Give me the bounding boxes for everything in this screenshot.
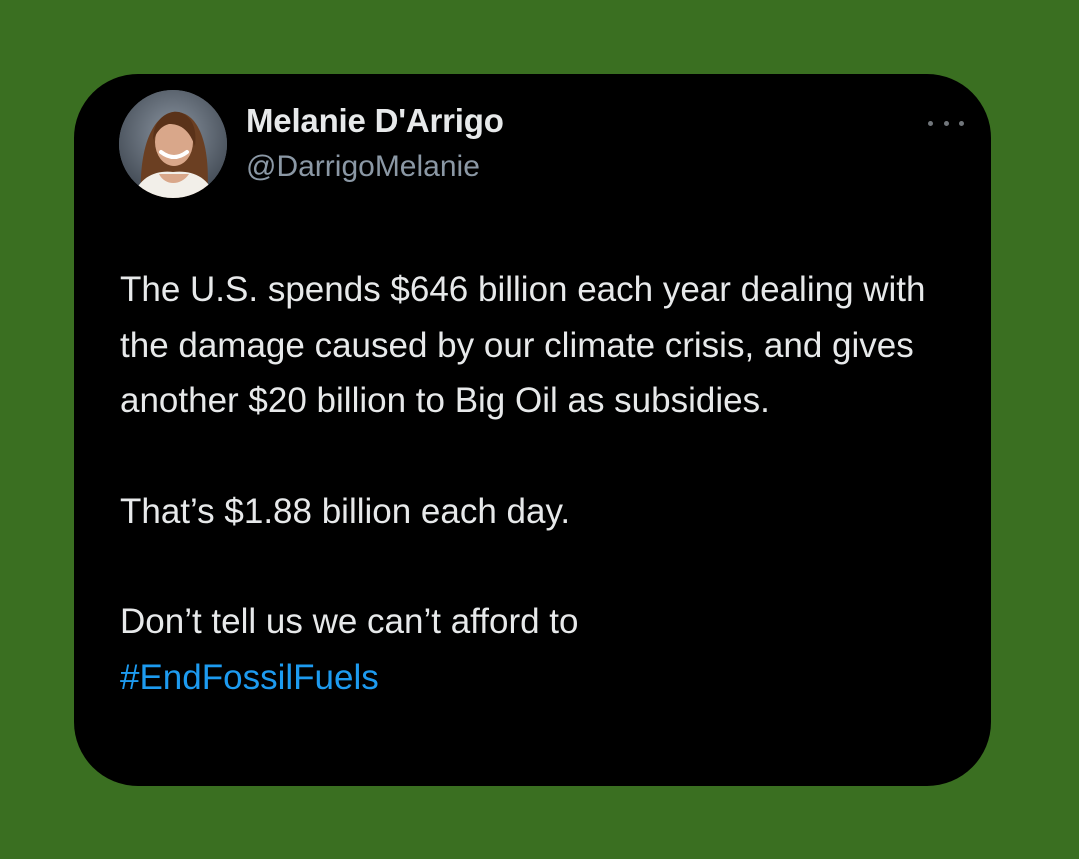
tweet-paragraph: The U.S. spends $646 billion each year d…: [120, 270, 926, 420]
tweet-paragraph: Don’t tell us we can’t afford to: [120, 602, 579, 641]
avatar[interactable]: [119, 90, 227, 198]
author-handle[interactable]: @DarrigoMelanie: [246, 150, 480, 184]
author-display-name[interactable]: Melanie D'Arrigo: [246, 102, 504, 140]
hashtag-link[interactable]: #EndFossilFuels: [120, 658, 379, 697]
tweet-card[interactable]: Melanie D'Arrigo @DarrigoMelanie The U.S…: [74, 74, 991, 786]
more-options-button[interactable]: [928, 112, 964, 134]
ellipsis-icon: [928, 120, 933, 126]
tweet-paragraph: That’s $1.88 billion each day.: [120, 491, 571, 531]
tweet-text: The U.S. spends $646 billion each year d…: [120, 262, 970, 705]
profile-photo-icon: [119, 90, 227, 198]
